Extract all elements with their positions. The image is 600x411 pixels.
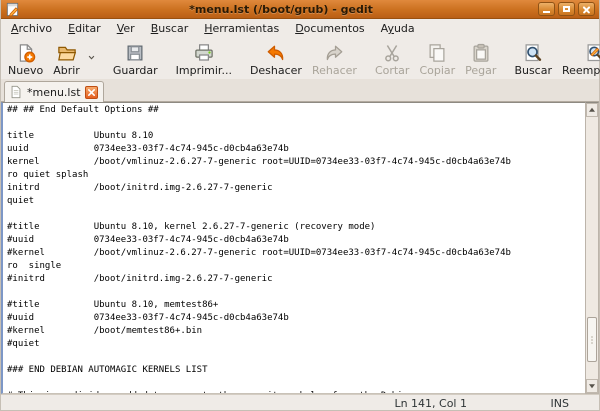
open-folder-button[interactable]: Abrir <box>48 40 85 78</box>
toolbar-label: Rehacer <box>312 64 357 77</box>
redo-icon <box>324 43 344 63</box>
close-button[interactable] <box>578 2 595 16</box>
gedit-app-icon <box>5 2 20 17</box>
window-title: *menu.lst (/boot/grub) - gedit <box>24 3 538 16</box>
text-view[interactable]: ## ## End Default Options ## title Ubunt… <box>1 102 585 394</box>
menu-bar: ArchivoEditarVerBuscarHerramientasDocume… <box>1 19 599 39</box>
toolbar-label: Guardar <box>113 64 158 77</box>
undo-button[interactable]: Deshacer <box>245 40 307 78</box>
editor-area: ## ## End Default Options ## title Ubunt… <box>1 102 599 394</box>
copy-icon <box>427 43 447 63</box>
gedit-window: *menu.lst (/boot/grub) - gedit ArchivoEd… <box>0 0 600 411</box>
scroll-down-button[interactable] <box>586 379 598 393</box>
document-tab[interactable]: *menu.lst <box>4 81 104 102</box>
menu-herramientas[interactable]: Herramientas <box>196 20 287 38</box>
cut-icon <box>382 43 402 63</box>
editor-text[interactable]: ## ## End Default Options ## title Ubunt… <box>3 103 585 394</box>
print-button[interactable]: Imprimir... <box>171 40 237 78</box>
toolbar-label: Nuevo <box>8 64 43 77</box>
toolbar-label: Buscar <box>514 64 552 77</box>
tab-close-button[interactable] <box>85 86 98 99</box>
save-button[interactable]: Guardar <box>108 40 163 78</box>
window-controls <box>538 2 595 16</box>
paste-icon <box>471 43 491 63</box>
arrow-up-icon <box>589 108 595 112</box>
chevron-down-icon <box>86 52 97 66</box>
toolbar-label: Imprimir... <box>176 64 232 77</box>
minimize-icon <box>543 11 550 13</box>
tab-title: *menu.lst <box>27 86 81 99</box>
replace-icon <box>585 43 600 63</box>
toolbar-label: Deshacer <box>250 64 302 77</box>
arrow-down-icon <box>589 384 595 388</box>
cursor-position-label: Ln 141, Col 1 <box>394 397 467 410</box>
scrollbar-thumb[interactable] <box>587 317 597 362</box>
menu-editar[interactable]: Editar <box>60 20 109 38</box>
open-dropdown-button[interactable] <box>85 40 100 78</box>
menu-buscar[interactable]: Buscar <box>143 20 197 38</box>
search-button[interactable]: Buscar <box>509 40 557 78</box>
maximize-icon <box>563 6 570 12</box>
tab-bar: *menu.lst <box>1 79 599 102</box>
toolbar: Nuevo Abrir Guardar Imprimir... Deshacer Reha… <box>1 39 599 79</box>
copy-button: Copiar <box>414 40 460 78</box>
menu-documentos[interactable]: Documentos <box>287 20 372 38</box>
toolbar-label: Copiar <box>419 64 455 77</box>
new-document-button[interactable]: Nuevo <box>3 40 48 78</box>
minimize-button[interactable] <box>538 2 555 16</box>
replace-button[interactable]: Reemplazar <box>557 40 600 78</box>
toolbar-label: Cortar <box>375 64 410 77</box>
menu-archivo[interactable]: Archivo <box>3 20 60 38</box>
vertical-scrollbar[interactable] <box>585 102 599 394</box>
document-icon <box>9 85 23 99</box>
toolbar-label: Abrir <box>53 64 80 77</box>
toolbar-label: Reemplazar <box>562 64 600 77</box>
paste-button: Pegar <box>460 40 501 78</box>
toolbar-label: Pegar <box>465 64 496 77</box>
status-bar: Ln 141, Col 1 INS <box>1 394 599 410</box>
insert-mode-label: INS <box>551 397 569 410</box>
menu-ayuda[interactable]: Ayuda <box>373 20 423 38</box>
new-document-icon <box>16 43 36 63</box>
close-icon <box>87 88 96 97</box>
maximize-button[interactable] <box>558 2 575 16</box>
print-icon <box>194 43 214 63</box>
title-bar[interactable]: *menu.lst (/boot/grub) - gedit <box>1 0 599 19</box>
undo-icon <box>266 43 286 63</box>
scroll-up-button[interactable] <box>586 103 598 117</box>
redo-button: Rehacer <box>307 40 362 78</box>
cut-button: Cortar <box>370 40 415 78</box>
menu-ver[interactable]: Ver <box>109 20 143 38</box>
open-folder-icon <box>57 43 77 63</box>
thumb-grip-icon <box>591 336 593 343</box>
search-icon <box>523 43 543 63</box>
save-icon <box>125 43 145 63</box>
